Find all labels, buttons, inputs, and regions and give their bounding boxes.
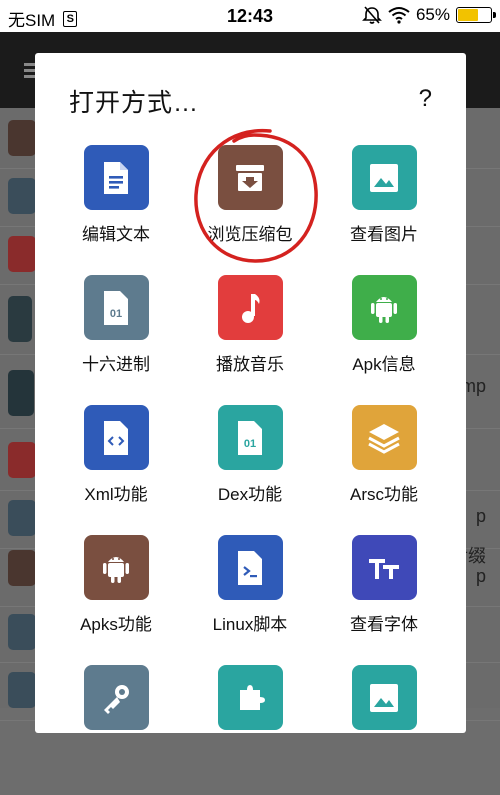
dex-file-icon: 01 (238, 420, 262, 455)
key-icon (104, 684, 129, 714)
option-label: 十六进制 (82, 355, 150, 374)
help-button[interactable]: ? (419, 85, 432, 113)
hex-file-icon: 01 (104, 290, 128, 325)
alarm-off-icon (362, 6, 382, 24)
open-with-option[interactable]: 播放音乐 (178, 275, 322, 405)
option-tile: 01 (83, 275, 149, 340)
status-right: 65% (362, 5, 496, 25)
option-label: Apk信息 (352, 355, 416, 374)
open-with-option[interactable] (44, 665, 188, 795)
image-icon (370, 163, 398, 192)
wifi-icon (388, 7, 410, 24)
option-tile (83, 405, 149, 470)
open-with-option[interactable] (312, 665, 456, 795)
option-tile (217, 145, 283, 210)
battery-icon (456, 7, 496, 23)
option-tile (83, 535, 149, 600)
open-with-option[interactable]: 浏览压缩包 (178, 145, 322, 275)
svg-text:01: 01 (110, 308, 122, 320)
option-tile (217, 275, 283, 340)
open-with-option[interactable]: 01 Dex功能 (178, 405, 322, 535)
open-with-dialog: 打开方式… ? 编辑文本 浏览压缩包 查看图片 01 十六进制 播放音乐 Apk… (35, 53, 466, 733)
option-label: 编辑文本 (82, 225, 150, 244)
option-tile: 01 (217, 405, 283, 470)
android-icon (103, 556, 129, 583)
open-with-option[interactable]: 编辑文本 (44, 145, 188, 275)
option-tile (351, 145, 417, 210)
option-tile (217, 665, 283, 730)
open-with-option[interactable]: 查看字体 (312, 535, 456, 665)
archive-icon (236, 164, 264, 191)
option-tile (351, 665, 417, 730)
open-with-option[interactable]: 01 十六进制 (44, 275, 188, 405)
font-icon (369, 558, 399, 579)
background-text: p (475, 506, 486, 526)
option-tile (351, 405, 417, 470)
terminal-script-icon (238, 550, 262, 585)
puzzle-icon (240, 684, 265, 710)
android-icon (371, 296, 397, 323)
music-note-icon (242, 293, 260, 323)
status-bar: 无SIM S 12:43 65% (0, 0, 500, 32)
option-label: Xml功能 (84, 485, 148, 504)
option-tile (351, 275, 417, 340)
option-tile (351, 535, 417, 600)
open-with-option[interactable] (178, 665, 322, 795)
open-with-option[interactable]: 查看图片 (312, 145, 456, 275)
option-tile (217, 535, 283, 600)
svg-text:01: 01 (244, 438, 256, 450)
open-with-option[interactable]: Arsc功能 (312, 405, 456, 535)
option-label: 浏览压缩包 (207, 225, 293, 244)
option-label: 查看字体 (350, 615, 418, 634)
image-icon (370, 683, 398, 712)
layers-icon (368, 423, 400, 454)
dialog-title: 打开方式… (69, 89, 200, 117)
option-tile (83, 665, 149, 730)
document-text-icon (104, 161, 128, 194)
option-tile (83, 145, 149, 210)
battery-percent: 65% (415, 5, 450, 24)
background-text: p (475, 566, 486, 586)
open-with-option[interactable]: Apks功能 (44, 535, 188, 665)
open-with-option[interactable]: Linux脚本 (178, 535, 322, 665)
option-label: Apks功能 (80, 615, 152, 634)
option-label: 播放音乐 (216, 355, 284, 374)
option-label: Linux脚本 (212, 615, 288, 634)
open-with-option[interactable]: Xml功能 (44, 405, 188, 535)
xml-code-icon (104, 420, 128, 455)
battery-fill (458, 9, 479, 21)
open-with-option[interactable]: Apk信息 (312, 275, 456, 405)
option-label: Arsc功能 (350, 485, 418, 504)
option-label: Dex功能 (217, 485, 283, 504)
option-label: 查看图片 (350, 225, 418, 244)
